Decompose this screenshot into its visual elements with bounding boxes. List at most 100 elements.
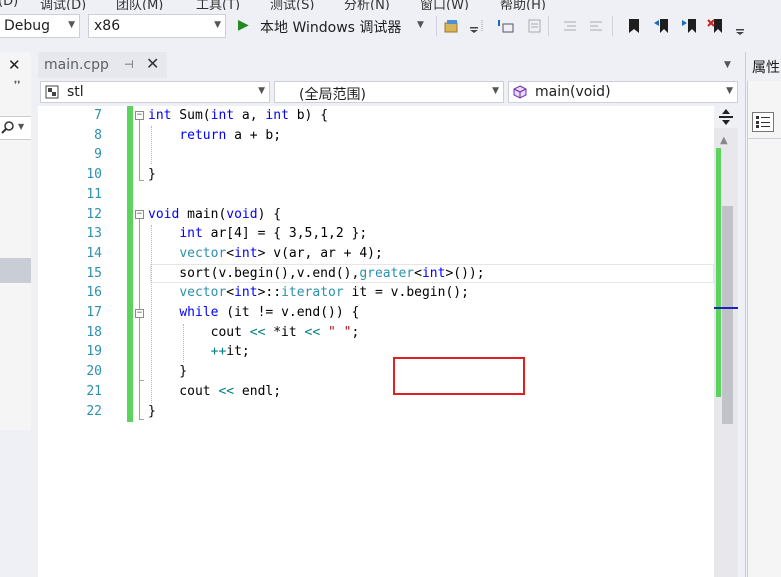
line-number: 11	[86, 186, 102, 202]
code-token: >::	[257, 285, 282, 301]
code-token: }	[148, 403, 156, 419]
categorized-view-button[interactable]	[752, 112, 774, 132]
member-value: main(void)	[535, 84, 611, 100]
code-line: }	[148, 404, 156, 423]
annotation-highlight-box	[393, 357, 525, 395]
code-token: int	[265, 108, 289, 123]
toolbar-overflow-button[interactable]	[730, 18, 750, 38]
line-number: 10	[86, 167, 102, 183]
properties-title: 属性	[752, 60, 780, 76]
split-editor-button[interactable]	[714, 106, 738, 128]
menu-item[interactable]: (D)	[0, 0, 18, 9]
code-line: vector<int>::iterator it = v.begin();	[148, 285, 469, 304]
line-number: 18	[86, 324, 102, 340]
clear-bookmarks-button[interactable]	[706, 16, 726, 36]
menu-item-window[interactable]: 窗口(W)	[420, 0, 469, 10]
clear-bookmarks-icon	[707, 19, 722, 33]
line-number: 19	[86, 344, 102, 360]
code-token: int	[234, 285, 258, 301]
comment-button[interactable]	[586, 16, 606, 36]
chevron-down-icon: ▼	[258, 86, 265, 96]
menu-item-debug[interactable]: 调试(D)	[40, 0, 86, 10]
chevron-down-icon: ▼	[214, 20, 221, 30]
code-line: sort(v.begin(),v.end(),greater<int>());	[148, 265, 485, 285]
step-button[interactable]	[478, 16, 498, 36]
scrollbar-caret-marker	[714, 307, 738, 309]
toolbar-separator	[612, 16, 613, 36]
bookmark-button[interactable]	[624, 16, 644, 36]
menu-item-tools[interactable]: 工具(T)	[196, 0, 240, 10]
menu-item-team[interactable]: 团队(M)	[116, 0, 163, 10]
code-line: int ar[4] = { 3,5,1,2 };	[148, 226, 367, 245]
scope-dropdown[interactable]: (全局范围) ▼	[274, 81, 504, 103]
code-line: }	[148, 364, 187, 383]
collapse-while-icon[interactable]: −	[135, 309, 144, 318]
left-search-box[interactable]: ▼	[0, 116, 31, 140]
code-token: a + b;	[226, 127, 282, 143]
code-token: greater	[359, 265, 415, 281]
code-token: int	[179, 226, 203, 242]
left-panel-selected-item[interactable]	[0, 258, 31, 283]
next-bookmark-icon	[682, 19, 696, 33]
code-token: >());	[445, 265, 485, 281]
project-name: stl	[67, 84, 84, 100]
code-token: endl;	[234, 383, 282, 399]
line-number: 21	[86, 383, 102, 399]
fold-line	[139, 120, 140, 180]
left-panel-lower	[0, 430, 31, 577]
code-token: Sum(	[171, 108, 211, 123]
menu-item-help[interactable]: 帮助(H)	[500, 0, 546, 10]
code-token: return	[179, 127, 227, 143]
scrollbar-thumb[interactable]	[722, 206, 733, 424]
indent-button[interactable]	[496, 16, 516, 36]
config-dropdown[interactable]: Debug ▼	[0, 14, 80, 38]
code-token: main(	[179, 206, 227, 222]
collapse-sum-icon[interactable]: −	[135, 111, 144, 120]
start-debugger-button[interactable]: ▶ 本地 Windows 调试器 ▼	[234, 15, 430, 37]
chevron-down-icon: ▼	[417, 20, 424, 30]
fold-end	[139, 180, 144, 181]
menu-item-analyze[interactable]: 分析(N)	[344, 0, 390, 10]
line-number: 17	[86, 305, 102, 320]
outdent-button[interactable]	[560, 16, 580, 36]
scrollbar-change-marker	[716, 148, 721, 397]
tab-list-chevron-icon[interactable]: ▼	[724, 60, 731, 70]
line-number: 20	[86, 364, 102, 380]
close-icon[interactable]: ✕	[8, 56, 21, 74]
bookmark-icon	[629, 19, 639, 33]
next-bookmark-button[interactable]	[680, 16, 700, 36]
code-token: while	[179, 305, 219, 320]
properties-separator	[747, 138, 781, 139]
close-icon[interactable]: ✕	[146, 54, 159, 73]
pin-icon[interactable]: ⊣	[124, 58, 134, 71]
code-token: void	[226, 206, 258, 222]
code-token: cout	[148, 383, 219, 399]
line-number: 22	[86, 403, 102, 419]
tab-filename: main.cpp	[44, 57, 109, 73]
code-editor[interactable]: 7 8 9 10 11 12 13 14 15 16 17 18 19 20 21 22 − − − int …	[38, 106, 714, 577]
line-number: 13	[86, 226, 102, 242]
pin-icon[interactable]: ❜❜	[14, 80, 20, 91]
tab-main-cpp[interactable]: main.cpp ⊣ ✕	[38, 52, 167, 78]
fold-line	[139, 318, 140, 420]
uncomment-button[interactable]	[523, 16, 543, 36]
project-dropdown[interactable]: stl ▼	[40, 81, 270, 103]
scroll-up-icon[interactable]: ▲	[720, 135, 728, 146]
code-token: sort(v.begin(),v.end(),	[148, 265, 360, 281]
line-number: 12	[86, 206, 102, 222]
folder-button[interactable]	[442, 16, 462, 36]
line-number: 16	[86, 285, 102, 301]
prev-bookmark-button[interactable]	[652, 16, 672, 36]
code-line: }	[148, 167, 156, 186]
play-icon: ▶	[238, 17, 249, 33]
menu-item-test[interactable]: 测试(S)	[270, 0, 314, 10]
member-dropdown[interactable]: main(void) ▼	[508, 81, 738, 103]
platform-dropdown[interactable]: x86 ▼	[88, 14, 226, 38]
code-token: it = v.begin();	[343, 285, 469, 301]
code-token: it;	[226, 344, 250, 360]
collapse-main-icon[interactable]: −	[135, 210, 144, 219]
